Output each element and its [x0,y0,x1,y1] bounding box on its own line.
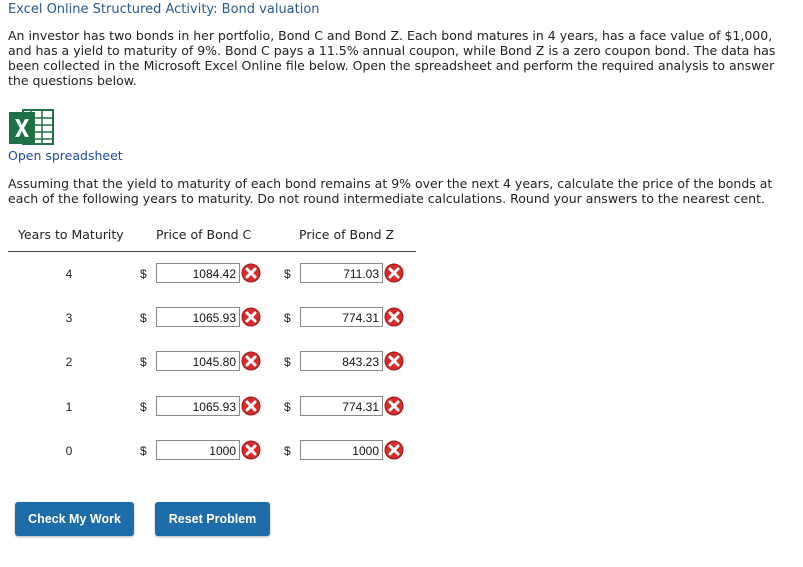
bond-z-price-input[interactable]: 774.31 [300,307,383,327]
dollar-sign: $ [284,355,291,369]
incorrect-x-icon [384,307,404,327]
table-row: 4 $ 1084.42 $ 711.03 [0,263,430,287]
years-to-maturity-cell: 0 [65,444,73,458]
dollar-sign: $ [140,444,147,458]
excel-icon[interactable] [9,106,55,148]
activity-title: Excel Online Structured Activity: Bond v… [8,2,320,17]
bond-z-price-input[interactable]: 774.31 [300,396,383,416]
table-row: 1 $ 1065.93 $ 774.31 [0,396,430,420]
incorrect-x-icon [241,263,261,283]
incorrect-x-icon [384,440,404,460]
dollar-sign: $ [140,311,147,325]
dollar-sign: $ [284,267,291,281]
dollar-sign: $ [284,311,291,325]
dollar-sign: $ [284,400,291,414]
years-to-maturity-cell: 2 [65,355,73,369]
bond-c-price-input[interactable]: 1045.80 [156,351,240,371]
problem-intro: An investor has two bonds in her portfol… [8,28,776,88]
bond-z-price-input[interactable]: 1000 [300,440,383,460]
incorrect-x-icon [241,396,261,416]
dollar-sign: $ [140,400,147,414]
incorrect-x-icon [241,440,261,460]
header-years-to-maturity: Years to Maturity [18,227,124,242]
bond-c-price-input[interactable]: 1065.93 [156,307,240,327]
dollar-sign: $ [140,355,147,369]
years-to-maturity-cell: 4 [65,267,73,281]
dollar-sign: $ [140,267,147,281]
header-price-bond-z: Price of Bond Z [299,227,395,242]
table-row: 3 $ 1065.93 $ 774.31 [0,307,430,331]
header-price-bond-c: Price of Bond C [156,227,252,242]
years-to-maturity-cell: 3 [65,311,73,325]
years-to-maturity-cell: 1 [65,400,73,414]
incorrect-x-icon [384,263,404,283]
instructions-text: Assuming that the yield to maturity of e… [8,176,773,206]
table-row: 0 $ 1000 $ 1000 [0,440,430,464]
open-spreadsheet-link[interactable]: Open spreadsheet [8,148,123,163]
bond-z-price-input[interactable]: 843.23 [300,351,383,371]
incorrect-x-icon [384,396,404,416]
table-row: 2 $ 1045.80 $ 843.23 [0,351,430,375]
reset-problem-button[interactable]: Reset Problem [155,502,270,536]
bond-c-price-input[interactable]: 1084.42 [156,263,240,283]
incorrect-x-icon [241,307,261,327]
check-my-work-button[interactable]: Check My Work [15,502,134,536]
dollar-sign: $ [284,444,291,458]
bond-z-price-input[interactable]: 711.03 [300,263,383,283]
incorrect-x-icon [241,351,261,371]
header-divider [8,251,416,252]
incorrect-x-icon [384,351,404,371]
bond-c-price-input[interactable]: 1065.93 [156,396,240,416]
bond-c-price-input[interactable]: 1000 [156,440,240,460]
